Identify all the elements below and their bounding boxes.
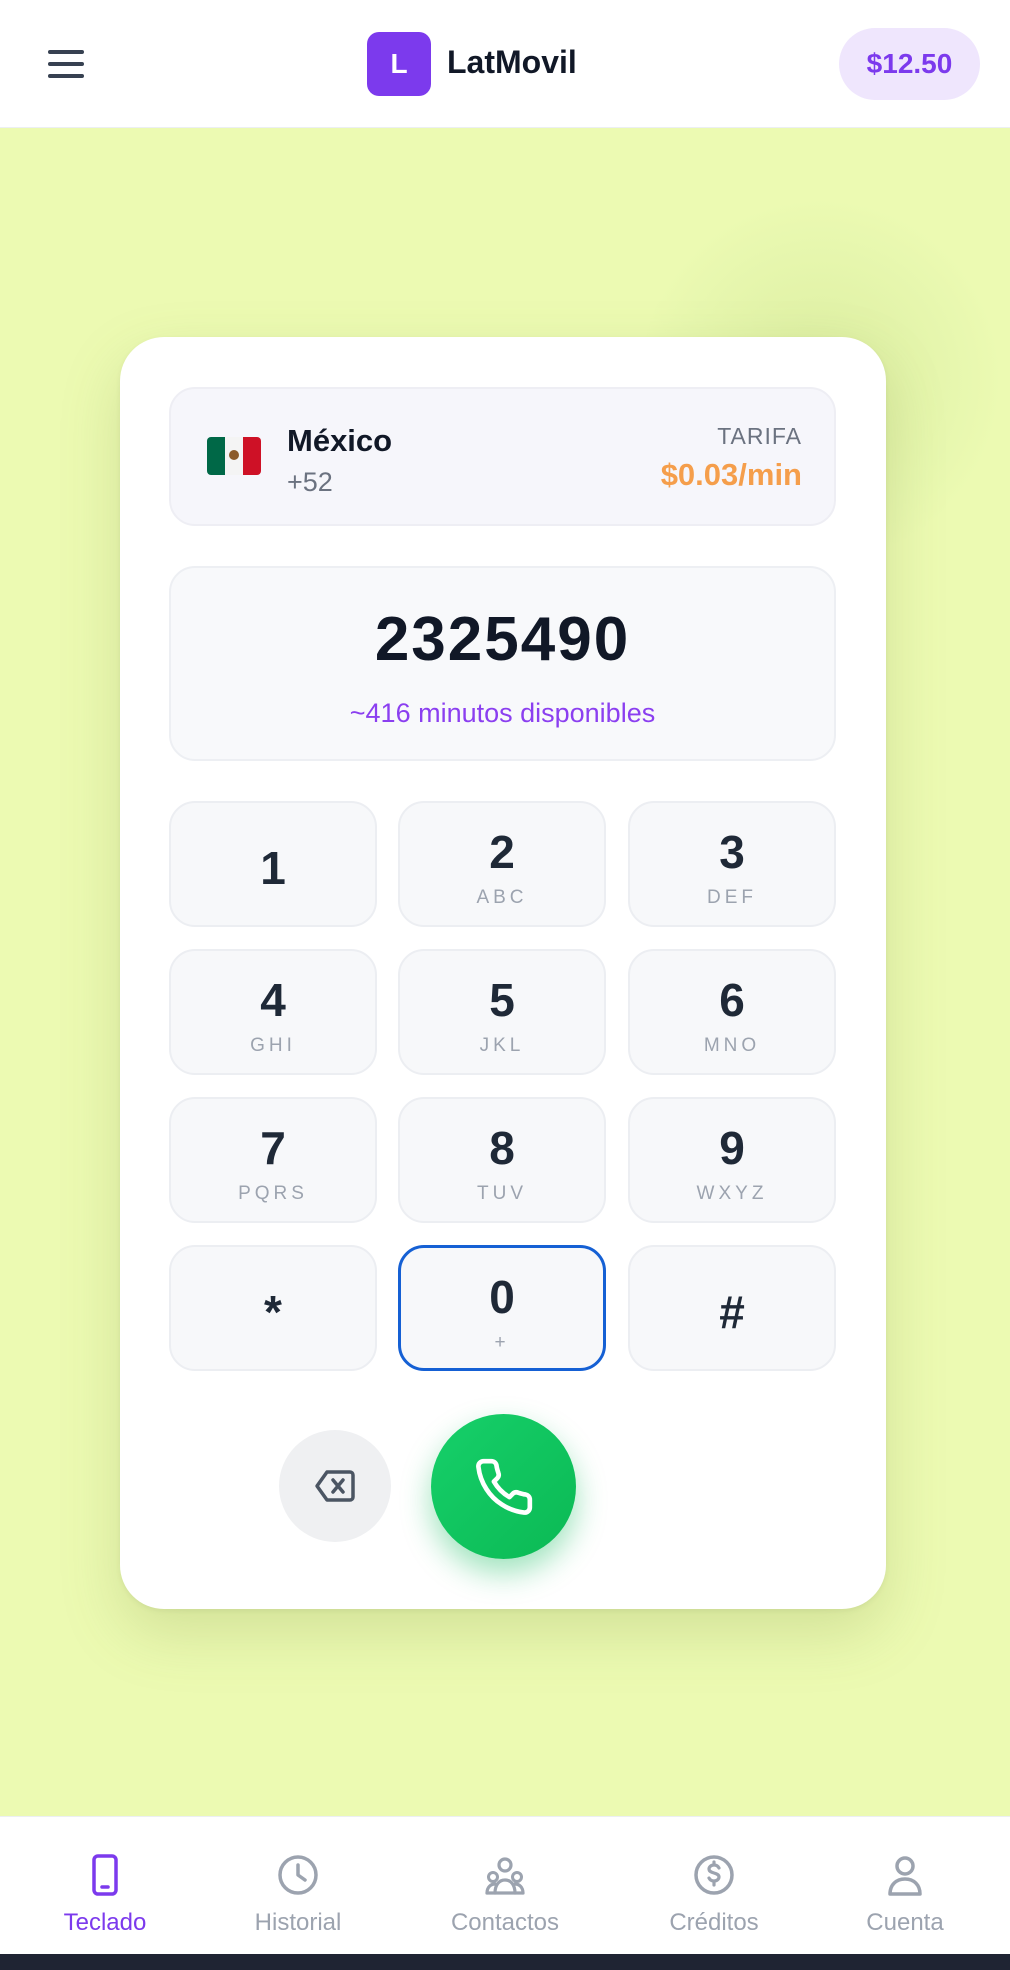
dialed-number: 2325490: [374, 605, 631, 674]
key-hash[interactable]: #: [628, 1245, 836, 1371]
key-letters: DEF: [707, 887, 757, 908]
user-icon: [888, 1856, 922, 1896]
nav-label: Teclado: [63, 1909, 147, 1936]
home-indicator-bar: [0, 1954, 1010, 1970]
key-letters: JKL: [479, 1035, 525, 1056]
country-code: +52: [287, 467, 333, 497]
key-2[interactable]: 2 ABC: [398, 801, 606, 927]
key-3[interactable]: 3 DEF: [628, 801, 836, 927]
key-letters: TUV: [477, 1183, 527, 1204]
dialer-card: México +52 TARIFA $0.03/min 2325490 ~416…: [120, 337, 886, 1609]
key-digit: 0: [489, 1271, 515, 1323]
key-9[interactable]: 9 WXYZ: [628, 1097, 836, 1223]
nav-cuenta[interactable]: Cuenta: [804, 1817, 1006, 1955]
rate-value: $0.03/min: [660, 457, 802, 492]
key-digit: 7: [260, 1122, 286, 1174]
nav-label: Créditos: [669, 1909, 759, 1936]
key-letters: PQRS: [238, 1183, 308, 1204]
key-digit: 4: [260, 974, 286, 1026]
mexico-flag-icon: [207, 437, 261, 475]
key-6[interactable]: 6 MNO: [628, 949, 836, 1075]
key-digit: *: [264, 1286, 282, 1338]
key-digit: 6: [719, 974, 745, 1026]
top-bar: L LatMovil $12.50: [0, 0, 1010, 128]
nav-teclado[interactable]: Teclado: [4, 1817, 206, 1955]
backspace-button[interactable]: [279, 1430, 391, 1542]
key-digit: #: [719, 1286, 745, 1338]
key-letters: WXYZ: [696, 1183, 768, 1204]
phone-icon: [476, 1458, 533, 1515]
nav-creditos[interactable]: Créditos: [613, 1817, 815, 1955]
key-letters: +: [494, 1332, 510, 1353]
country-name: México: [287, 423, 393, 458]
key-star[interactable]: *: [169, 1245, 377, 1371]
key-digit: 1: [260, 842, 286, 894]
key-5[interactable]: 5 JKL: [398, 949, 606, 1075]
key-0[interactable]: 0 +: [398, 1245, 606, 1371]
dollar-icon: [694, 1855, 734, 1895]
rate-label: TARIFA: [717, 423, 802, 449]
key-digit: 3: [719, 826, 745, 878]
app-screen: L LatMovil $12.50 México +52 TARIFA $0.0…: [0, 0, 1010, 1970]
number-display: 2325490 ~416 minutos disponibles: [169, 566, 836, 761]
key-8[interactable]: 8 TUV: [398, 1097, 606, 1223]
key-digit: 2: [489, 826, 515, 878]
contacts-icon: [485, 1857, 525, 1895]
minutes-available: ~416 minutos disponibles: [349, 698, 656, 728]
key-7[interactable]: 7 PQRS: [169, 1097, 377, 1223]
nav-label: Historial: [254, 1909, 342, 1936]
app-name: LatMovil: [447, 44, 577, 80]
key-digit: 5: [489, 974, 515, 1026]
key-letters: GHI: [250, 1035, 296, 1056]
key-letters: MNO: [703, 1035, 761, 1056]
call-button[interactable]: [431, 1414, 576, 1559]
key-1[interactable]: 1: [169, 801, 377, 927]
nav-historial[interactable]: Historial: [197, 1817, 399, 1955]
key-digit: 8: [489, 1122, 515, 1174]
bottom-nav: Teclado Historial Contactos Créditos Cue…: [0, 1816, 1010, 1954]
clock-icon: [278, 1855, 318, 1895]
nav-contactos[interactable]: Contactos: [404, 1817, 606, 1955]
phone-device-icon: [92, 1854, 118, 1896]
nav-label: Cuenta: [866, 1909, 944, 1936]
country-selector[interactable]: México +52 TARIFA $0.03/min: [169, 387, 836, 526]
key-4[interactable]: 4 GHI: [169, 949, 377, 1075]
nav-label: Contactos: [450, 1909, 560, 1936]
key-letters: ABC: [476, 887, 528, 908]
key-digit: 9: [719, 1122, 745, 1174]
menu-icon[interactable]: [40, 40, 92, 88]
balance-badge[interactable]: $12.50: [839, 28, 980, 100]
app-logo: L: [367, 32, 431, 96]
backspace-icon: [315, 1470, 355, 1502]
